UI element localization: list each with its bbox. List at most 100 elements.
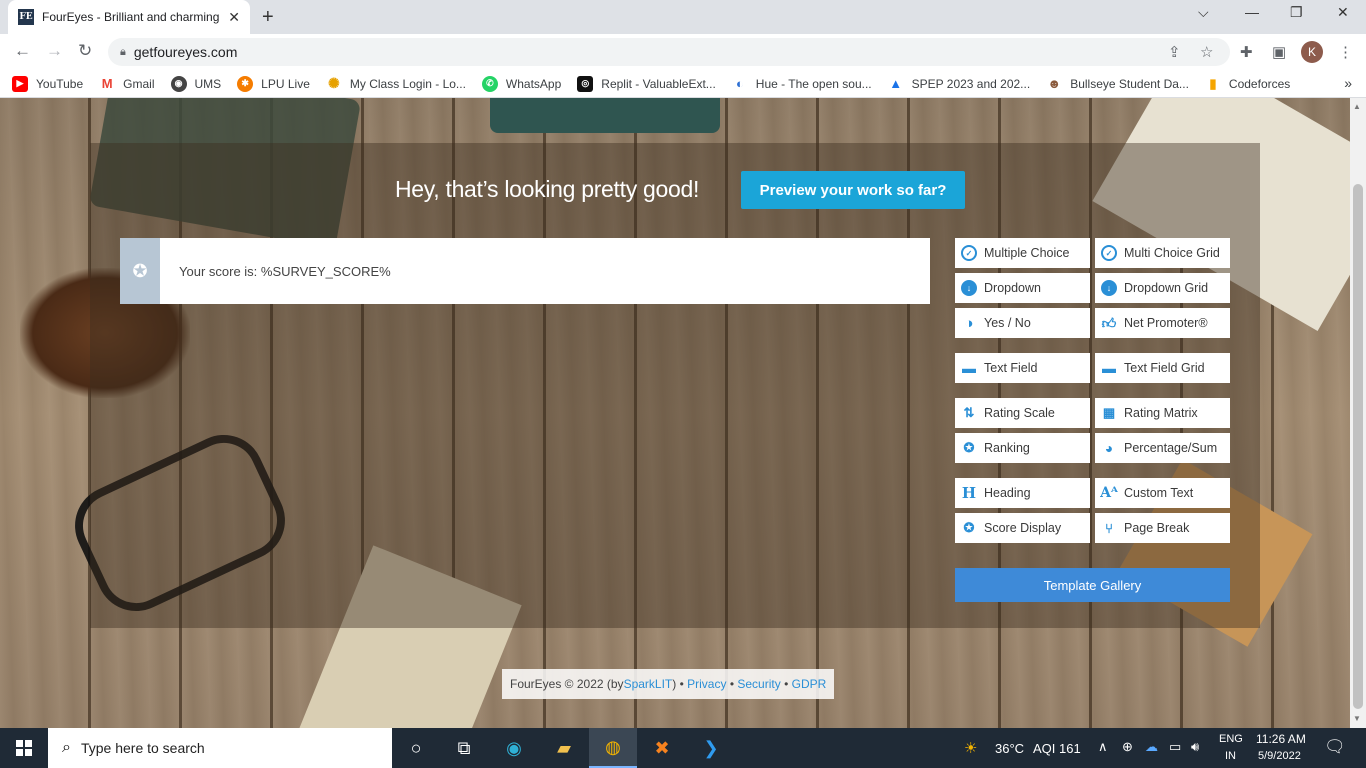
privacy-link[interactable]: Privacy [687, 677, 726, 691]
taskbar-search[interactable]: ⌕ Type here to search [48, 728, 392, 768]
add-text-field-grid-button[interactable]: ▬ Text Field Grid [1095, 353, 1230, 383]
check-circle-icon: ✓ [1101, 245, 1117, 261]
lock-icon[interactable]: 🔒︎ [120, 46, 126, 59]
address-bar[interactable]: 🔒︎ getfoureyes.com [108, 38, 1230, 66]
bookmark-lpu-live[interactable]: ✱ LPU Live [237, 75, 310, 92]
language-indicator[interactable]: ENG [1219, 733, 1243, 745]
add-heading-button[interactable]: H Heading [955, 478, 1090, 508]
chevron-up-icon[interactable]: ∧ [1098, 739, 1108, 755]
scroll-down-icon[interactable]: ▼ [1353, 714, 1361, 723]
add-rating-matrix-button[interactable]: ▦ Rating Matrix [1095, 398, 1230, 428]
template-gallery-button[interactable]: Template Gallery [955, 568, 1230, 602]
bookmark-gmail[interactable]: M Gmail [99, 75, 155, 92]
bookmark-label: My Class Login - Lo... [349, 76, 466, 91]
new-tab-icon[interactable]: + [262, 6, 274, 29]
editor-panel [90, 143, 1260, 628]
scrollbar-thumb[interactable] [1353, 184, 1363, 709]
cortana-icon[interactable]: ○ [392, 728, 440, 768]
bookmark-hue[interactable]: ◐ Hue - The open sou... [731, 75, 872, 92]
file-explorer-icon[interactable]: ▰ [540, 728, 588, 768]
award-icon[interactable]: ✪ [120, 238, 160, 304]
close-tab-icon[interactable]: ✕ [228, 9, 240, 26]
score-display-block[interactable]: ✪ Your score is: %SURVEY_SCORE% [120, 238, 930, 304]
thumbs-up-icon: 👍︎ [1101, 314, 1117, 331]
bookmark-label: LPU Live [261, 76, 310, 91]
gmail-icon: M [99, 75, 116, 92]
bookmark-youtube[interactable]: ▶ YouTube [12, 75, 83, 92]
button-label: Dropdown Grid [1124, 281, 1209, 295]
edge-icon[interactable]: ◉ [490, 728, 538, 768]
gdpr-link[interactable]: GDPR [792, 677, 827, 691]
network-icon[interactable]: ▭ [1169, 739, 1181, 755]
add-multi-choice-grid-button[interactable]: ✓ Multi Choice Grid [1095, 238, 1230, 268]
bookmark-label: Hue - The open sou... [755, 76, 872, 91]
page-scrollbar[interactable]: ▲ ▼ [1350, 98, 1366, 728]
bookmark-ums[interactable]: ◉ UMS [170, 75, 221, 92]
close-window-icon[interactable]: ✕ [1337, 4, 1349, 21]
back-icon[interactable]: ← [14, 41, 31, 61]
xampp-icon[interactable]: ✖ [638, 728, 686, 768]
extensions-icon[interactable]: ✚ [1240, 43, 1253, 61]
add-multiple-choice-button[interactable]: ✓ Multiple Choice [955, 238, 1090, 268]
button-label: Score Display [984, 521, 1062, 535]
menu-kebab-icon[interactable]: ⋮ [1338, 43, 1353, 61]
add-page-break-button[interactable]: ⑂ Page Break [1095, 513, 1230, 543]
volume-icon[interactable]: 🔊︎ [1191, 739, 1199, 755]
reload-icon[interactable]: ↻ [78, 41, 92, 61]
preview-button[interactable]: Preview your work so far? [741, 171, 965, 209]
add-dropdown-grid-button[interactable]: ↓ Dropdown Grid [1095, 273, 1230, 303]
add-custom-text-button[interactable]: Aᴬ Custom Text [1095, 478, 1230, 508]
bookmark-my-class[interactable]: ✺ My Class Login - Lo... [325, 75, 466, 92]
background-decoration [490, 98, 720, 133]
side-panel-icon[interactable]: ▣ [1272, 43, 1286, 61]
add-rating-scale-button[interactable]: ⇅ Rating Scale [955, 398, 1090, 428]
notification-icon[interactable]: 🗨︎ [1324, 737, 1346, 757]
speech-bubble-icon: ▬ [962, 360, 976, 376]
restore-icon[interactable]: ❐ [1290, 4, 1303, 21]
weather-temp[interactable]: 36°C [995, 741, 1024, 756]
bookmark-bullseye[interactable]: ☻ Bullseye Student Da... [1046, 75, 1189, 92]
button-label: Heading [984, 486, 1031, 500]
start-button[interactable] [0, 728, 48, 768]
task-view-icon[interactable]: ⧉ [440, 728, 488, 768]
browser-tab[interactable]: FE FourEyes - Brilliant and charming ✕ [8, 0, 250, 34]
add-score-display-button[interactable]: ✪ Score Display [955, 513, 1090, 543]
tab-search-chevron-icon[interactable]: ⌵ [1198, 4, 1209, 21]
add-yes-no-button[interactable]: ◑ Yes / No [955, 308, 1090, 338]
profile-avatar[interactable]: K [1301, 41, 1323, 63]
scroll-up-icon[interactable]: ▲ [1353, 102, 1361, 111]
arrow-down-circle-icon: ↓ [961, 280, 977, 296]
bookmark-codeforces[interactable]: ▮ Codeforces [1204, 75, 1290, 92]
footer-copyright: FourEyes © 2022 (by [510, 677, 624, 691]
weather-icon: ☀ [964, 740, 978, 757]
security-link[interactable]: Security [737, 677, 780, 691]
add-percentage-sum-button[interactable]: ◕ Percentage/Sum [1095, 433, 1230, 463]
add-text-field-button[interactable]: ▬ Text Field [955, 353, 1090, 383]
add-ranking-button[interactable]: ✪ Ranking [955, 433, 1090, 463]
weather-aqi[interactable]: AQI 161 [1033, 741, 1081, 756]
meet-now-icon[interactable]: ⊕ [1122, 739, 1133, 755]
forward-icon[interactable]: → [46, 41, 63, 61]
minimize-icon[interactable]: — [1245, 4, 1259, 20]
bookmark-star-icon[interactable]: ☆ [1200, 43, 1213, 61]
my-class-icon: ✺ [325, 75, 342, 92]
share-icon[interactable]: ⇪ [1168, 43, 1181, 61]
page-viewport: Hey, that’s looking pretty good! Preview… [0, 98, 1350, 728]
sparklit-link[interactable]: SparkLIT [624, 677, 673, 691]
add-dropdown-button[interactable]: ↓ Dropdown [955, 273, 1090, 303]
globe-icon: ◉ [170, 75, 187, 92]
bookmark-replit[interactable]: ◎ Replit - ValuableExt... [577, 75, 716, 92]
language-region[interactable]: IN [1225, 750, 1236, 762]
more-bookmarks-icon[interactable]: » [1344, 75, 1352, 91]
bookmark-whatsapp[interactable]: ✆ WhatsApp [481, 75, 561, 92]
vscode-icon[interactable]: ❯ [687, 728, 735, 768]
onedrive-icon[interactable]: ☁ [1145, 739, 1158, 755]
url-text: getfoureyes.com [133, 44, 238, 60]
bookmark-spep[interactable]: ▲ SPEP 2023 and 202... [887, 75, 1030, 92]
clock-time[interactable]: 11:26 AM [1256, 732, 1306, 746]
button-label: Yes / No [984, 316, 1031, 330]
chrome-icon[interactable]: ◍ [589, 728, 637, 768]
clock-date[interactable]: 5/9/2022 [1258, 750, 1301, 762]
add-net-promoter-button[interactable]: 👍︎ Net Promoter® [1095, 308, 1230, 338]
button-label: Net Promoter® [1124, 316, 1208, 330]
